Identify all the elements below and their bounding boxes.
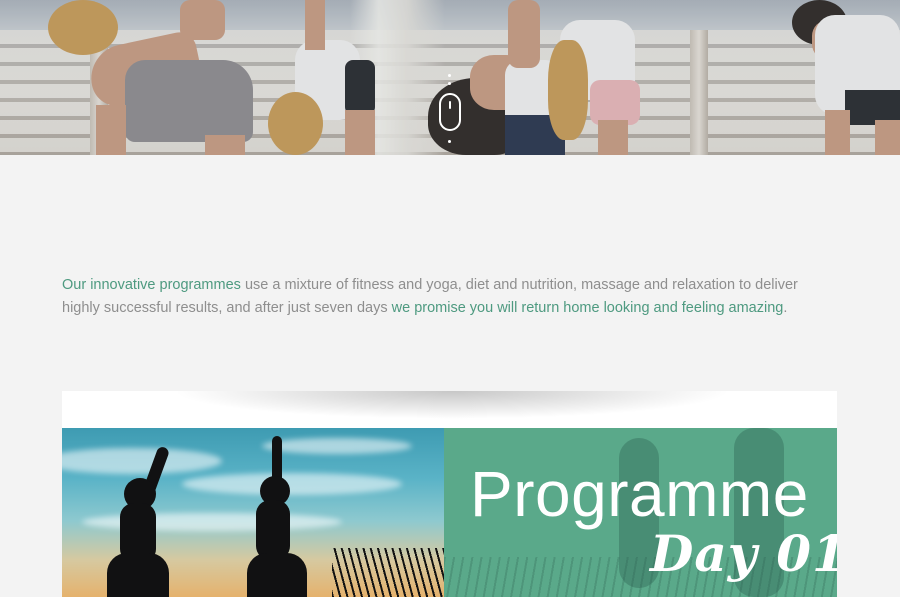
hero-overlay (0, 0, 900, 155)
page-margin (837, 391, 900, 597)
programme-day-label: Day 01 (650, 524, 848, 583)
intro-end: . (783, 300, 788, 316)
scroll-dot (448, 74, 451, 77)
programme-card-top (62, 391, 837, 428)
scroll-dot (448, 82, 451, 85)
scroll-dot (448, 140, 451, 143)
card-shadow (172, 391, 732, 419)
yoga-silhouettes-sunset-photo (62, 428, 444, 597)
intro-closing-accent: we promise you will return home looking … (391, 300, 784, 316)
mouse-scroll-icon[interactable] (439, 93, 461, 131)
programme-title: Programme (470, 458, 809, 530)
mouse-wheel (449, 101, 451, 109)
hero-banner (0, 0, 900, 155)
intro-lead-accent: Our innovative programmes (62, 277, 241, 293)
intro-paragraph: Our innovative programmes use a mixture … (62, 274, 822, 320)
